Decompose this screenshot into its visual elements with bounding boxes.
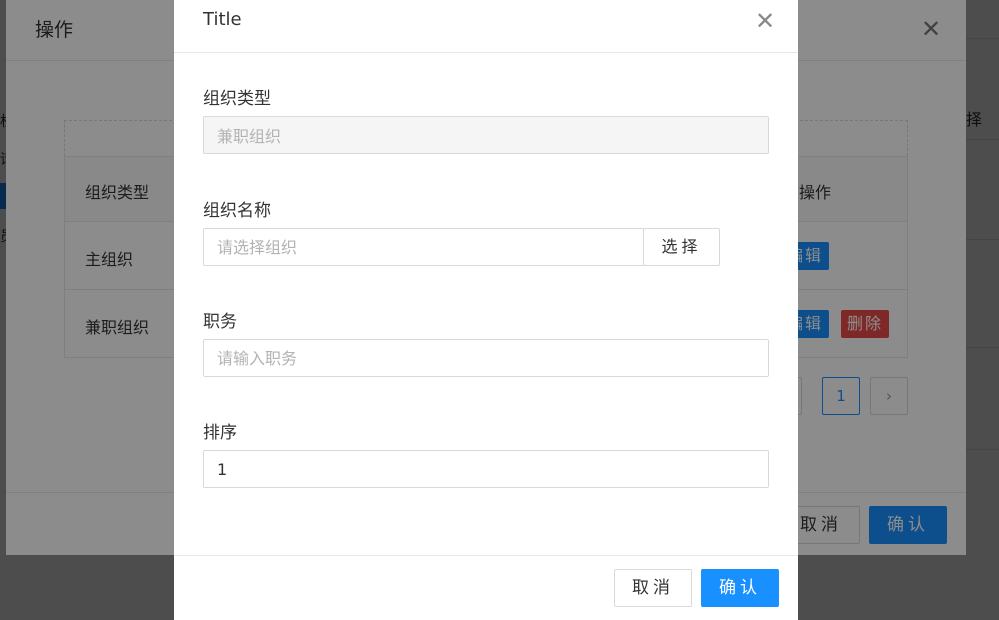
close-icon[interactable]: ✕: [754, 9, 776, 33]
org-type-input: [203, 116, 769, 154]
position-input[interactable]: [203, 339, 769, 377]
cancel-button[interactable]: 取消: [614, 569, 692, 607]
divider: [174, 52, 798, 53]
org-name-input[interactable]: [203, 228, 644, 266]
org-name-label: 组织名称: [203, 201, 271, 221]
position-label: 职务: [203, 312, 237, 332]
org-form-dialog: Title ✕ 组织类型 组织名称 选择 职务 排序 取消 确认: [174, 0, 798, 620]
select-org-button[interactable]: 选择: [643, 228, 720, 266]
org-type-label: 组织类型: [203, 89, 271, 109]
confirm-button[interactable]: 确认: [701, 569, 779, 607]
divider: [174, 555, 798, 556]
sort-input[interactable]: [203, 450, 769, 488]
sort-label: 排序: [203, 423, 237, 443]
dialog-title: Title: [203, 9, 242, 30]
